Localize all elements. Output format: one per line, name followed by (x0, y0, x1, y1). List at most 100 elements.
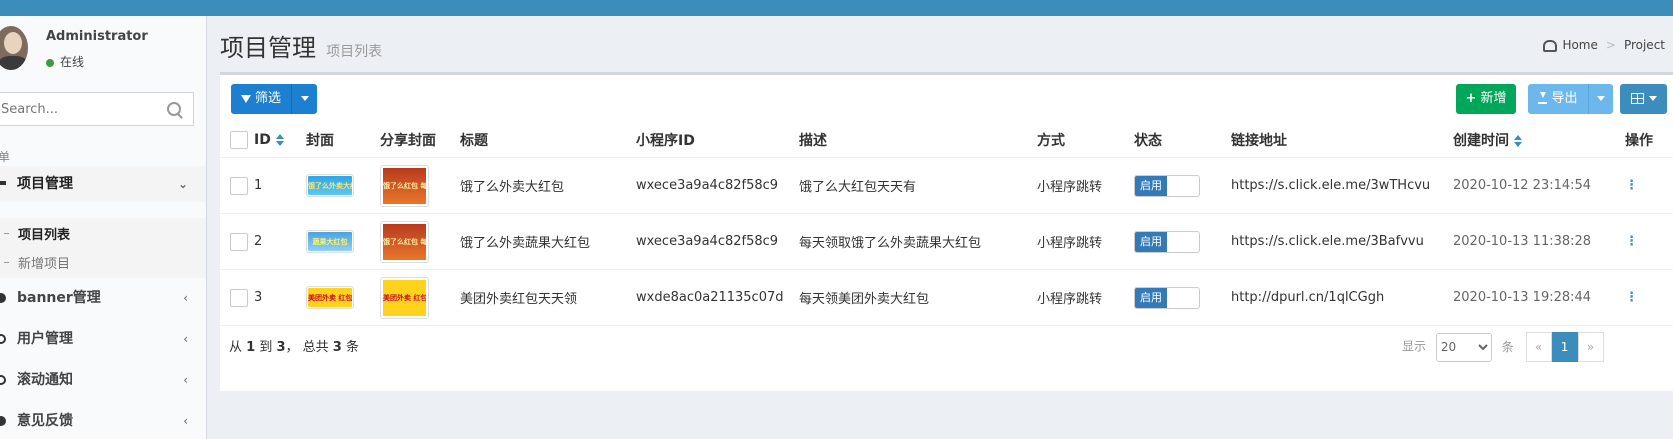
chevron-left-icon: ‹ (183, 414, 188, 428)
cell-appid: wxde8ac0a21135c07d (636, 269, 799, 326)
breadcrumb: Home > Project (1543, 38, 1665, 52)
sidebar-item-label: 意见反馈 (17, 413, 73, 429)
menu-header: 菜单 (0, 148, 10, 165)
page-1-button[interactable]: 1 (1551, 332, 1578, 362)
breadcrumb-home[interactable]: Home (1562, 38, 1597, 52)
plus-icon: + (1465, 91, 1477, 106)
table-icon (1630, 93, 1644, 104)
caret-down-icon (1648, 96, 1657, 101)
sidebar-subitem-new-project[interactable]: 新增项目 (18, 253, 70, 272)
share-cover-thumbnail[interactable]: 饿了么红包 每天领 (380, 220, 429, 263)
cell-appid: wxece3a9a4c82f58c9 (636, 213, 799, 270)
cover-thumbnail[interactable]: 饿了么外卖大红包 (306, 174, 354, 197)
project-table: ID 封面 分享封面 标题 小程序ID 描述 方式 状态 链接地址 创建时间 操… (220, 123, 1673, 326)
cell-cover: 蔬果大红包 (306, 213, 380, 270)
filter-dropdown-button[interactable] (291, 84, 317, 114)
table-row: 2 蔬果大红包 饿了么红包 每天领 饿了么外卖蔬果大红包 wxece3a9a4c… (220, 213, 1673, 270)
cell-status: 启用 (1134, 213, 1231, 270)
cell-title: 饿了么外卖大红包 (460, 157, 636, 214)
search-icon[interactable] (167, 102, 181, 116)
cell-mode: 小程序跳转 (1037, 213, 1134, 270)
cover-image: 蔬果大红包 (308, 232, 352, 251)
cell-actions: ⋮ (1625, 213, 1673, 270)
page-size-unit: 条 (1501, 339, 1514, 354)
page-title: 项目管理 (220, 34, 316, 62)
cover-thumbnail[interactable]: 蔬果大红包 (306, 230, 354, 253)
cover-text: 美团外卖 红包人人有 (308, 293, 352, 302)
cell-id: 1 (254, 157, 306, 214)
status-toggle[interactable]: 启用 (1134, 174, 1200, 197)
sidebar-item-users[interactable]: 用户管理 ‹ (0, 321, 206, 357)
status-toggle[interactable]: 启用 (1134, 230, 1200, 253)
sub-bullet-icon (4, 233, 9, 234)
sidebar-item-projects[interactable]: 项目管理 ⌄ (0, 166, 206, 202)
cell-share-cover: 美团外卖 红包人人有 (380, 269, 460, 326)
more-actions-icon[interactable]: ⋮ (1625, 234, 1638, 249)
cell-share-cover: 饿了么红包 每天领 (380, 157, 460, 214)
col-desc: 描述 (799, 123, 1037, 158)
share-cover-image: 饿了么红包 每天领 (383, 223, 426, 260)
cover-image: 美团外卖 红包人人有 (308, 288, 352, 307)
cell-share-cover: 饿了么红包 每天领 (380, 213, 460, 270)
row-checkbox[interactable] (230, 288, 248, 307)
cover-thumbnail[interactable]: 美团外卖 红包人人有 (306, 286, 354, 309)
cell-cover: 美团外卖 红包人人有 (306, 269, 380, 326)
status-toggle-label: 启用 (1135, 287, 1167, 308)
export-dropdown-button[interactable] (1588, 84, 1613, 114)
status-toggle-label: 启用 (1135, 231, 1167, 252)
share-cover-thumbnail[interactable]: 美团外卖 红包人人有 (380, 276, 429, 319)
columns-toggle-button[interactable] (1620, 84, 1667, 114)
chevron-left-icon: ‹ (183, 332, 188, 346)
more-actions-icon[interactable]: ⋮ (1625, 290, 1638, 305)
next-page-button[interactable]: » (1577, 332, 1604, 362)
top-navbar (0, 0, 1673, 16)
user-status: 在线 (46, 53, 84, 70)
col-id[interactable]: ID (254, 123, 306, 158)
avatar (0, 26, 28, 70)
filter-button[interactable]: 筛选 (231, 84, 291, 114)
table-header-row: ID 封面 分享封面 标题 小程序ID 描述 方式 状态 链接地址 创建时间 操… (220, 123, 1673, 158)
summary-from: 1 (246, 340, 256, 355)
col-mode: 方式 (1037, 123, 1134, 158)
bell-icon (0, 375, 6, 385)
col-title: 标题 (460, 123, 636, 158)
row-checkbox[interactable] (230, 232, 248, 251)
prev-page-button[interactable]: « (1525, 332, 1552, 362)
select-all-checkbox[interactable] (230, 131, 248, 149)
dashboard-icon (1543, 39, 1558, 52)
col-created[interactable]: 创建时间 (1453, 123, 1625, 158)
sub-bullet-icon (4, 262, 9, 263)
chevron-down-icon: ⌄ (177, 177, 188, 191)
share-cover-image: 饿了么红包 每天领 (383, 167, 426, 204)
caret-down-icon (1597, 96, 1605, 101)
cell-status: 启用 (1134, 157, 1231, 214)
cell-link: https://s.click.ele.me/3wTHcvu (1231, 157, 1453, 214)
cell-mode: 小程序跳转 (1037, 269, 1134, 326)
submenu-projects: 项目列表 新增项目 (0, 218, 206, 278)
share-cover-text: 饿了么红包 每天领 (383, 237, 426, 246)
row-checkbox[interactable] (230, 176, 248, 195)
cell-actions: ⋮ (1625, 269, 1673, 326)
sidebar-item-notices[interactable]: 滚动通知 ‹ (0, 362, 206, 398)
online-dot-icon (46, 58, 54, 67)
cell-title: 饿了么外卖蔬果大红包 (460, 213, 636, 270)
sidebar-item-feedback[interactable]: 意见反馈 ‹ (0, 403, 206, 439)
cell-created: 2020-10-13 19:28:44 (1453, 269, 1625, 326)
search-input[interactable] (0, 93, 163, 125)
more-actions-icon[interactable]: ⋮ (1625, 178, 1638, 193)
sidebar-item-label: 项目管理 (17, 176, 73, 192)
breadcrumb-current[interactable]: Project (1624, 38, 1665, 52)
list-icon (0, 181, 6, 185)
share-cover-thumbnail[interactable]: 饿了么红包 每天领 (380, 164, 429, 207)
status-toggle[interactable]: 启用 (1134, 286, 1200, 309)
sidebar-item-label: banner管理 (17, 290, 101, 306)
add-button[interactable]: + 新增 (1456, 84, 1516, 114)
page-size-select[interactable]: 20 (1435, 332, 1492, 362)
sidebar-item-banner[interactable]: banner管理 ‹ (0, 280, 206, 316)
col-created-label: 创建时间 (1453, 133, 1509, 149)
cell-status: 启用 (1134, 269, 1231, 326)
chevron-left-icon: ‹ (183, 291, 188, 305)
export-button[interactable]: 导出 (1528, 84, 1588, 114)
sidebar-subitem-project-list[interactable]: 项目列表 (18, 224, 70, 243)
col-status: 状态 (1134, 123, 1231, 158)
